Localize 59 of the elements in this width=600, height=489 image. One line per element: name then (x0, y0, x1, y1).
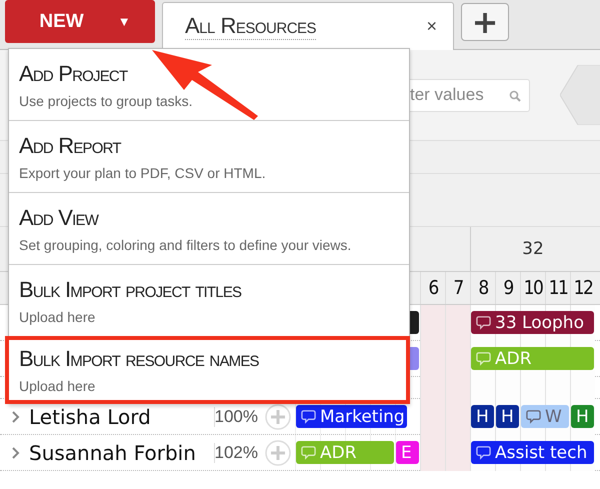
comment-icon (301, 409, 316, 424)
day-header: 12 (570, 272, 595, 304)
day-header: 11 (545, 272, 570, 304)
menu-item-description: Set grouping, coloring and filters to define your views. (19, 236, 352, 252)
task-label: ADR (495, 348, 532, 368)
expand-icon[interactable] (12, 410, 20, 422)
chevron-shape[interactable] (560, 65, 600, 125)
task-bar[interactable]: H (471, 405, 494, 428)
comment-icon (301, 445, 316, 460)
day-header: 7 (445, 272, 470, 304)
task-label: ADR (320, 442, 357, 462)
add-tab-button[interactable]: + (461, 3, 509, 41)
search-icon (509, 90, 521, 102)
expand-icon[interactable] (12, 446, 20, 458)
task-bar[interactable]: Assist tech (471, 441, 594, 464)
task-label: Marketing (320, 406, 405, 426)
add-icon[interactable] (264, 404, 290, 430)
task-label: E (401, 442, 412, 462)
day-header: 10 (520, 272, 545, 304)
task-label: H (501, 406, 514, 426)
day-header: 8 (470, 272, 495, 304)
task-bar[interactable]: H (571, 405, 594, 428)
comment-icon (526, 409, 541, 424)
comment-icon (476, 445, 491, 460)
tab-title: All Resources (185, 13, 316, 40)
comment-icon (476, 351, 491, 366)
tab[interactable]: All Resources × (162, 2, 454, 50)
menu-item-title: Add Project (19, 60, 129, 86)
menu-item[interactable]: Bulk Import resource names Upload here (6, 337, 409, 403)
menu-item-description: Use projects to group tasks. (19, 92, 194, 108)
week-number: 32 (522, 239, 544, 259)
comment-icon (476, 315, 491, 330)
menu-item-title: Bulk Import project titles (19, 276, 242, 302)
task-bar[interactable]: Marketing (296, 405, 406, 428)
task-label: H (576, 406, 589, 426)
menu-item-description: Export your plan to PDF, CSV or HTML. (19, 164, 267, 180)
new-button[interactable]: NEW ▼ (5, 0, 155, 43)
day-header: 6 (420, 272, 445, 304)
task-label: W (545, 406, 562, 426)
task-label: Assist tech (495, 442, 588, 462)
menu-item-title: Add View (19, 204, 100, 230)
task-label: 33 Loopho (495, 312, 584, 332)
task-bar[interactable]: E (396, 441, 419, 464)
day-header: 9 (495, 272, 520, 304)
task-bar[interactable]: 33 Loopho (471, 311, 594, 334)
task-bar[interactable]: H (496, 405, 519, 428)
load-percent: 102% (214, 442, 260, 462)
add-icon[interactable] (264, 440, 290, 466)
menu-item-description: Upload here (19, 378, 96, 394)
menu-item[interactable]: Bulk Import project titles Upload here (9, 265, 409, 337)
menu-item-title: Bulk Import resource names (19, 346, 260, 372)
resource-name: Susannah Forbin (29, 440, 196, 464)
load-percent: 100% (214, 406, 260, 426)
menu-item-description: Upload here (19, 308, 96, 324)
task-label: H (476, 406, 489, 426)
menu-item[interactable]: Add View Set grouping, coloring and filters to define your views. (9, 193, 409, 265)
menu-item[interactable]: Add Report Export your plan to PDF, CSV or HTML. (9, 121, 409, 193)
menu-item-title: Add Report (19, 132, 122, 158)
resource-name: Letisha Lord (29, 404, 151, 428)
